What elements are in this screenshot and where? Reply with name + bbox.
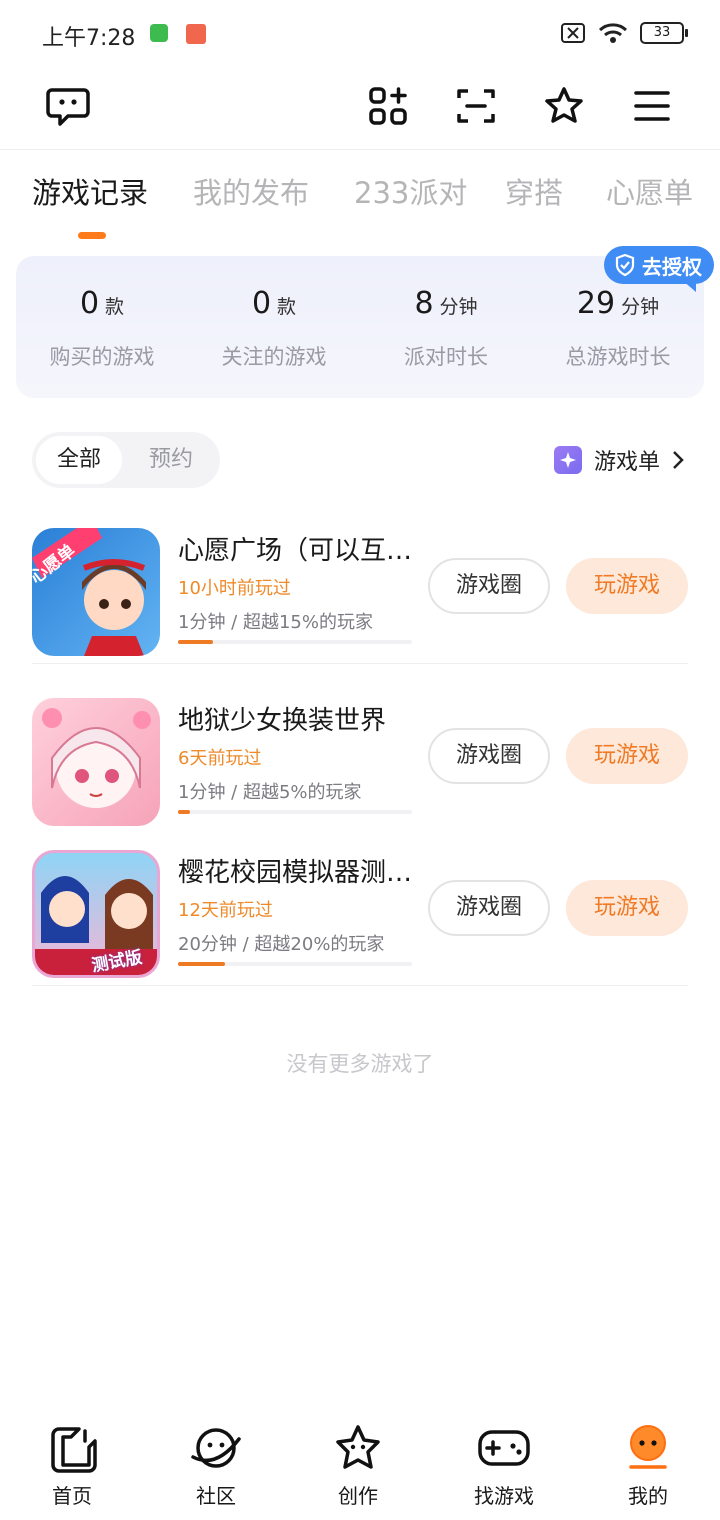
- game-title: 樱花校园模拟器测…: [178, 858, 413, 888]
- game-icon[interactable]: 心愿单: [32, 528, 160, 656]
- play-game-button[interactable]: 玩游戏: [566, 558, 688, 614]
- stat-label: 购买的游戏: [49, 345, 155, 369]
- status-bar: 上午7:28 33: [0, 0, 720, 70]
- last-played: 12天前玩过: [178, 900, 273, 921]
- game-title: 心愿广场（可以互…: [178, 536, 413, 566]
- filter-all[interactable]: 全部: [36, 436, 122, 484]
- profile-icon: [620, 1420, 676, 1476]
- progress-fill: [178, 640, 214, 644]
- progress-bar: [178, 962, 412, 966]
- tab-233-party[interactable]: 233派对: [354, 170, 467, 212]
- stat-unit: 分钟: [621, 296, 660, 318]
- game-circle-button[interactable]: 游戏圈: [428, 880, 550, 936]
- chevron-right-icon: [673, 451, 684, 469]
- game-title: 地狱少女换装世界: [178, 706, 387, 736]
- game-list-label: 游戏单: [593, 450, 660, 475]
- shield-check-icon: [615, 253, 635, 277]
- bottom-nav: 首页 社区 创作 找游戏 我的: [0, 1410, 720, 1520]
- sim-off-icon: [561, 23, 585, 43]
- home-icon: [44, 1420, 100, 1476]
- progress-bar: [178, 810, 412, 814]
- star-icon: [330, 1420, 386, 1476]
- play-stats: 1分钟 / 超越5%的玩家: [178, 782, 362, 803]
- nav-label: 首页: [52, 1484, 92, 1508]
- nav-home[interactable]: 首页: [12, 1420, 132, 1509]
- game-icon[interactable]: 测试版: [32, 850, 160, 978]
- tab-bar: 游戏记录 我的发布 233派对 穿搭 心愿单: [0, 170, 720, 230]
- game-row[interactable]: 测试版 樱花校园模拟器测… 12天前玩过 20分钟 / 超越20%的玩家 游戏圈…: [32, 834, 720, 986]
- nav-create[interactable]: 创作: [298, 1420, 418, 1509]
- authorize-label: 去授权: [642, 254, 702, 279]
- nav-label: 我的: [628, 1484, 668, 1508]
- tab-game-record[interactable]: 游戏记录: [32, 170, 148, 212]
- stat-unit: 分钟: [439, 296, 478, 318]
- divider: [32, 985, 688, 986]
- message-icon[interactable]: [44, 82, 92, 130]
- sparkle-icon: [553, 446, 582, 474]
- nav-label: 创作: [338, 1484, 378, 1508]
- stat-unit: 款: [277, 296, 297, 318]
- stat-value: 0: [251, 286, 272, 321]
- stat-value: 29: [576, 286, 616, 321]
- game-row[interactable]: 地狱少女换装世界 6天前玩过 1分钟 / 超越5%的玩家 游戏圈 玩游戏: [32, 682, 720, 834]
- stat-purchased[interactable]: 0款 购买的游戏: [16, 286, 188, 371]
- last-played: 10小时前玩过: [178, 578, 291, 599]
- play-game-button[interactable]: 玩游戏: [566, 880, 688, 936]
- progress-fill: [178, 962, 225, 966]
- battery-icon: 33: [640, 22, 688, 44]
- stat-value: 0: [79, 286, 100, 321]
- game-circle-button[interactable]: 游戏圈: [428, 728, 550, 784]
- stat-label: 派对时长: [404, 345, 488, 369]
- stat-value: 8: [414, 286, 434, 321]
- no-more-text: 没有更多游戏了: [286, 1052, 434, 1076]
- game-circle-button[interactable]: 游戏圈: [428, 558, 550, 614]
- play-stats: 20分钟 / 超越20%的玩家: [178, 934, 385, 955]
- game-list-link[interactable]: 游戏单: [553, 444, 684, 476]
- filter-reserve[interactable]: 预约: [128, 436, 214, 484]
- apps-grid-icon[interactable]: [364, 82, 412, 130]
- game-icon[interactable]: [32, 698, 160, 826]
- play-stats: 1分钟 / 超越15%的玩家: [178, 612, 373, 633]
- stat-party-time[interactable]: 8 分钟 派对时长: [360, 286, 532, 371]
- nav-community[interactable]: 社区: [156, 1420, 276, 1509]
- status-time: 上午7:28: [42, 26, 136, 51]
- stat-total-time[interactable]: 29 分钟 总游戏时长: [532, 286, 704, 371]
- nav-find-games[interactable]: 找游戏: [444, 1420, 564, 1509]
- divider: [32, 663, 688, 664]
- planet-icon: [188, 1420, 244, 1476]
- tab-outfits[interactable]: 穿搭: [505, 170, 563, 212]
- mail-notification-icon: [186, 24, 206, 44]
- scan-icon[interactable]: [452, 82, 500, 130]
- top-bar: [0, 70, 720, 150]
- progress-fill: [178, 810, 190, 814]
- nav-me[interactable]: 我的: [588, 1420, 708, 1509]
- tab-wishlist[interactable]: 心愿单: [606, 170, 693, 212]
- filter-toggle: 全部 预约: [32, 432, 220, 488]
- authorize-badge[interactable]: 去授权: [604, 246, 714, 284]
- tab-indicator: [78, 232, 106, 239]
- wifi-icon: [598, 23, 628, 43]
- stat-followed[interactable]: 0款 关注的游戏: [188, 286, 360, 371]
- app-notification-icon: [150, 24, 168, 42]
- menu-icon[interactable]: [628, 82, 676, 130]
- gamepad-icon: [476, 1420, 532, 1476]
- nav-label: 找游戏: [474, 1484, 534, 1508]
- game-row[interactable]: 心愿单 心愿广场（可以互… 10小时前玩过 1分钟 / 超越15%的玩家 游戏圈…: [32, 512, 720, 664]
- last-played: 6天前玩过: [178, 748, 262, 769]
- stats-card: 0款 购买的游戏 0款 关注的游戏 8 分钟 派对时长 29 分钟 总游戏时长: [16, 256, 704, 398]
- play-game-button[interactable]: 玩游戏: [566, 728, 688, 784]
- favorite-star-icon[interactable]: [540, 82, 588, 130]
- progress-bar: [178, 640, 412, 644]
- stat-unit: 款: [105, 296, 125, 318]
- stat-label: 总游戏时长: [565, 345, 671, 369]
- nav-label: 社区: [196, 1484, 236, 1508]
- tab-my-posts[interactable]: 我的发布: [193, 170, 309, 212]
- stat-label: 关注的游戏: [221, 345, 327, 369]
